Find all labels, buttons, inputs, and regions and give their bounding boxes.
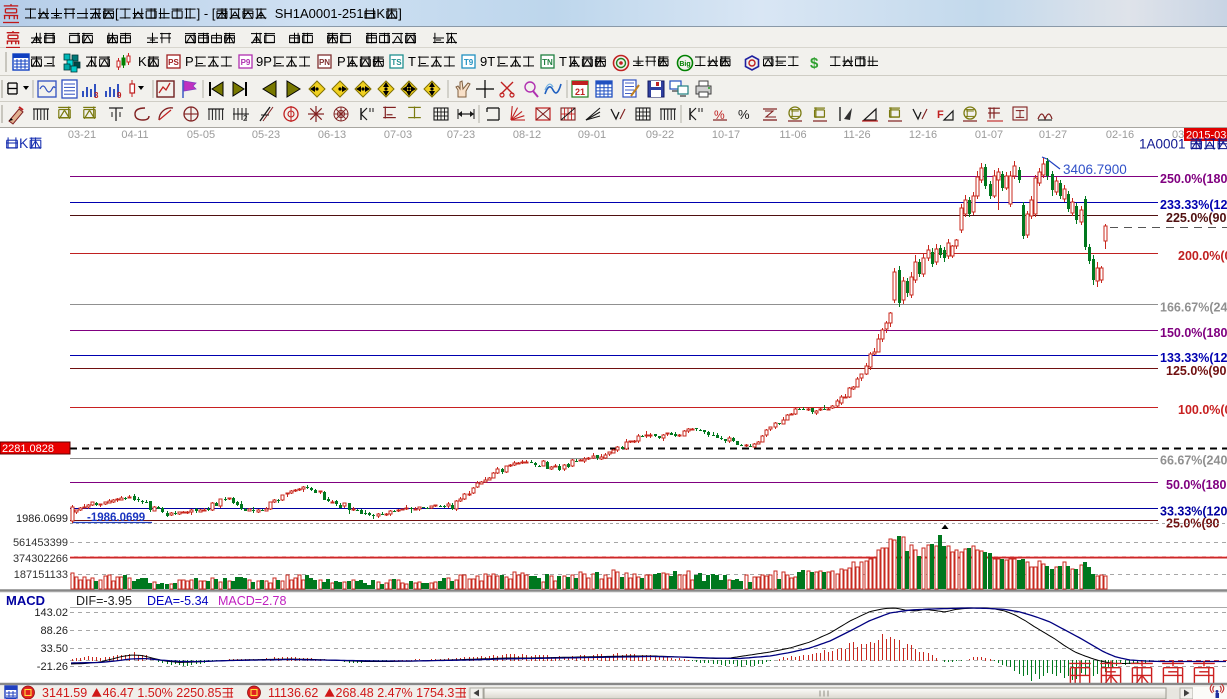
svg-text:100.0%(0: 100.0%(0: [1178, 403, 1227, 417]
svg-text:9: 9: [117, 91, 122, 100]
svg-text:150.0%(180: 150.0%(180: [1160, 326, 1227, 340]
svg-text:09-22: 09-22: [646, 129, 674, 141]
svg-text:$: $: [810, 55, 819, 72]
svg-text:08-12: 08-12: [513, 129, 541, 141]
svg-text:DIF=-3.95: DIF=-3.95: [76, 594, 132, 608]
svg-text:T9: T9: [464, 58, 474, 67]
svg-text:561453399: 561453399: [13, 537, 68, 549]
svg-text:50.0%(180: 50.0%(180: [1166, 478, 1227, 492]
svg-text:03-21: 03-21: [68, 129, 96, 141]
svg-text:K: K: [138, 54, 147, 69]
svg-text:P: P: [337, 54, 346, 69]
svg-text:T: T: [559, 54, 567, 69]
svg-text:233.33%(120: 233.33%(120: [1160, 198, 1227, 212]
svg-text:01-27: 01-27: [1039, 129, 1067, 141]
svg-text:%: %: [738, 107, 750, 122]
svg-text:125.0%(90: 125.0%(90: [1166, 364, 1227, 378]
svg-text:05-23: 05-23: [252, 129, 280, 141]
svg-text:PN: PN: [319, 58, 330, 67]
svg-text:[: [: [115, 6, 119, 21]
svg-text:07-03: 07-03: [384, 129, 412, 141]
svg-text:268.48 2.47% 1754.3: 268.48 2.47% 1754.3: [336, 686, 455, 699]
svg-text:T: T: [408, 54, 416, 69]
svg-text:] - [: ] - [: [197, 6, 216, 21]
svg-text:PS: PS: [168, 58, 179, 67]
svg-text:21: 21: [575, 87, 585, 97]
svg-text:12-16: 12-16: [909, 129, 937, 141]
svg-text:133.33%(120: 133.33%(120: [1160, 351, 1227, 365]
svg-text:P: P: [185, 54, 194, 69]
svg-text:]: ]: [398, 6, 402, 21]
svg-text:09-01: 09-01: [578, 129, 606, 141]
svg-text:MACD=2.78: MACD=2.78: [218, 594, 286, 608]
svg-text:01-07: 01-07: [975, 129, 1003, 141]
svg-text:05-05: 05-05: [187, 129, 215, 141]
svg-text:11136.62: 11136.62: [268, 686, 322, 699]
svg-text:3406.7900: 3406.7900: [1063, 162, 1127, 177]
svg-text:TN: TN: [542, 58, 553, 67]
svg-text:1A0001: 1A0001: [1139, 137, 1189, 152]
svg-text:46.47 1.50% 2250.85: 46.47 1.50% 2250.85: [103, 686, 222, 699]
svg-text:3141.59: 3141.59: [42, 686, 91, 699]
svg-text:07-23: 07-23: [447, 129, 475, 141]
svg-text:143.02: 143.02: [34, 607, 68, 619]
svg-text:200.0%(0: 200.0%(0: [1178, 249, 1227, 263]
svg-text:K: K: [19, 135, 29, 151]
svg-text:10-17: 10-17: [712, 129, 740, 141]
svg-text:02-16: 02-16: [1106, 129, 1134, 141]
svg-text:06-13: 06-13: [318, 129, 346, 141]
svg-text:3: 3: [94, 91, 99, 100]
svg-text:MACD: MACD: [6, 593, 45, 608]
svg-text:66.67%(240: 66.67%(240: [1160, 454, 1227, 468]
svg-text:04-11: 04-11: [121, 129, 148, 141]
svg-text:166.67%(240: 166.67%(240: [1160, 301, 1227, 315]
svg-text:K: K: [376, 6, 385, 21]
svg-text:88.26: 88.26: [40, 625, 68, 637]
svg-text:2281.0828: 2281.0828: [2, 443, 54, 455]
svg-text:250.0%(180: 250.0%(180: [1160, 172, 1227, 186]
svg-text:11-26: 11-26: [843, 129, 870, 141]
svg-text:Big: Big: [679, 61, 690, 68]
svg-text:P9: P9: [241, 58, 251, 67]
svg-text:DEA=-5.34: DEA=-5.34: [147, 594, 209, 608]
svg-text:33.50: 33.50: [40, 643, 68, 655]
svg-text:9T: 9T: [480, 54, 495, 69]
svg-text:F: F: [937, 109, 944, 121]
svg-text:2: 2: [243, 114, 248, 123]
svg-text:374302266: 374302266: [13, 553, 68, 565]
svg-text:SH1A0001-251: SH1A0001-251: [268, 6, 364, 21]
svg-text:TS: TS: [391, 58, 402, 67]
svg-text:11-06: 11-06: [779, 129, 806, 141]
svg-text:1986.0699: 1986.0699: [16, 513, 68, 525]
svg-text:-21.26: -21.26: [37, 661, 68, 673]
svg-text:9P: 9P: [256, 54, 272, 69]
svg-text:187151133: 187151133: [14, 569, 68, 581]
svg-text:225.0%(90: 225.0%(90: [1166, 211, 1227, 225]
